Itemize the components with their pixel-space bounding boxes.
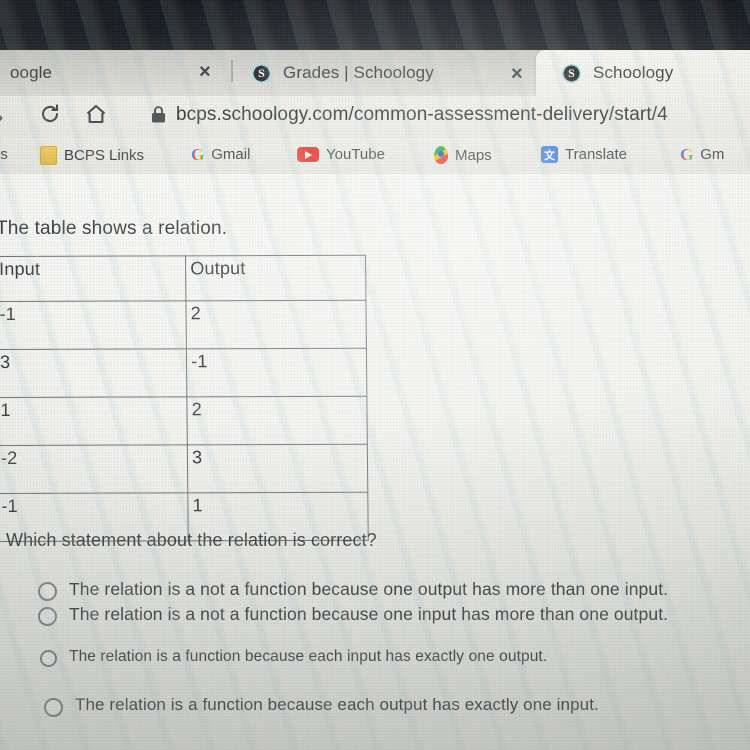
folder-icon	[40, 146, 57, 165]
cell-input: -1	[0, 300, 187, 350]
bookmark-translate[interactable]: 文 Translate	[541, 146, 627, 163]
google-g-icon: G	[680, 145, 694, 164]
browser-tab-grades-schoology[interactable]: S Grades | Schoology	[244, 50, 542, 96]
browser-tab-strip: oogle S Grades | Schoology S Schoology	[0, 50, 750, 96]
table-header-row: Input Output	[0, 255, 366, 302]
table-row: -2 3	[0, 444, 368, 494]
table-header-output: Output	[185, 255, 366, 301]
question-prompt: Which statement about the relation is co…	[6, 530, 377, 550]
bookmark-bcps-links[interactable]: BCPS Links	[40, 146, 144, 165]
bookmark-label: Translate	[565, 146, 627, 163]
option-label: The relation is a not a function because…	[69, 579, 669, 599]
google-g-icon: G	[191, 145, 205, 164]
tab-separator	[231, 60, 233, 82]
tab-close-button-google[interactable]: ×	[199, 62, 211, 82]
bookmark-label: BCPS Links	[64, 147, 145, 164]
table-row: 1 2	[0, 396, 368, 446]
screenshot-root: oogle S Grades | Schoology S Schoology ×…	[0, 0, 750, 750]
answer-option-3[interactable]: The relation is a function because each …	[40, 648, 547, 667]
bookmark-label: YouTube	[326, 146, 385, 163]
url-text[interactable]: bcps.schoology.com/common-assessment-del…	[176, 104, 668, 126]
cell-output: 2	[187, 396, 368, 445]
cell-input: -2	[0, 444, 188, 494]
tab-close-button-grades[interactable]: ×	[511, 64, 523, 84]
bookmark-youtube[interactable]: YouTube	[297, 146, 385, 163]
table-header-input: Input	[0, 255, 187, 302]
browser-tab-schoology-active[interactable]: S Schoology	[536, 50, 750, 96]
bookmark-maps[interactable]: Maps	[434, 146, 492, 164]
question-stem: The table shows a relation.	[0, 218, 228, 239]
bookmark-label: ps	[0, 146, 8, 163]
answer-option-1[interactable]: The relation is a not a function because…	[38, 579, 669, 601]
maps-pin-icon	[434, 146, 448, 164]
table-row: -1 2	[0, 300, 367, 350]
option-label: The relation is a function because each …	[69, 648, 548, 665]
schoology-favicon: S	[252, 63, 271, 83]
radio-button[interactable]	[40, 650, 57, 667]
relation-table: Input Output -1 2 3 -1 1 2 -2 3 -1 1	[0, 255, 369, 542]
bookmark-label: Gm	[700, 146, 725, 163]
bookmark-label: Gmail	[211, 146, 251, 163]
option-label: The relation is a function because each …	[75, 695, 599, 714]
cell-output: 2	[186, 300, 367, 349]
answer-option-4[interactable]: The relation is a function because each …	[44, 695, 599, 717]
cell-output: -1	[186, 348, 367, 397]
window-titlebar	[0, 0, 750, 52]
schoology-favicon: S	[562, 63, 581, 83]
cell-input: 1	[0, 396, 188, 446]
bookmark-gmail-2[interactable]: G Gm	[680, 146, 724, 163]
radio-button[interactable]	[38, 582, 57, 601]
radio-button[interactable]	[44, 698, 63, 717]
option-label: The relation is a not a function because…	[69, 604, 669, 624]
relation-table-container: Input Output -1 2 3 -1 1 2 -2 3 -1 1	[0, 255, 369, 542]
lock-icon[interactable]	[150, 105, 167, 129]
cell-output: 3	[187, 444, 368, 493]
youtube-icon	[297, 147, 319, 162]
tab-title: oogle	[10, 63, 53, 82]
back-arrow-icon[interactable]: ›	[0, 104, 3, 130]
translate-icon: 文	[541, 146, 558, 163]
bookmark-apps[interactable]: ps	[0, 146, 8, 163]
bookmark-label: Maps	[455, 146, 492, 164]
answer-option-2[interactable]: The relation is a not a function because…	[38, 604, 669, 626]
tab-title: Grades | Schoology	[283, 63, 434, 82]
radio-button[interactable]	[38, 607, 57, 626]
reload-icon[interactable]	[38, 102, 62, 131]
table-row: 3 -1	[0, 348, 367, 398]
home-icon[interactable]	[84, 102, 108, 131]
bookmark-gmail[interactable]: G Gmail	[191, 146, 250, 163]
cell-input: 3	[0, 348, 188, 398]
tab-title: Schoology	[593, 63, 674, 82]
